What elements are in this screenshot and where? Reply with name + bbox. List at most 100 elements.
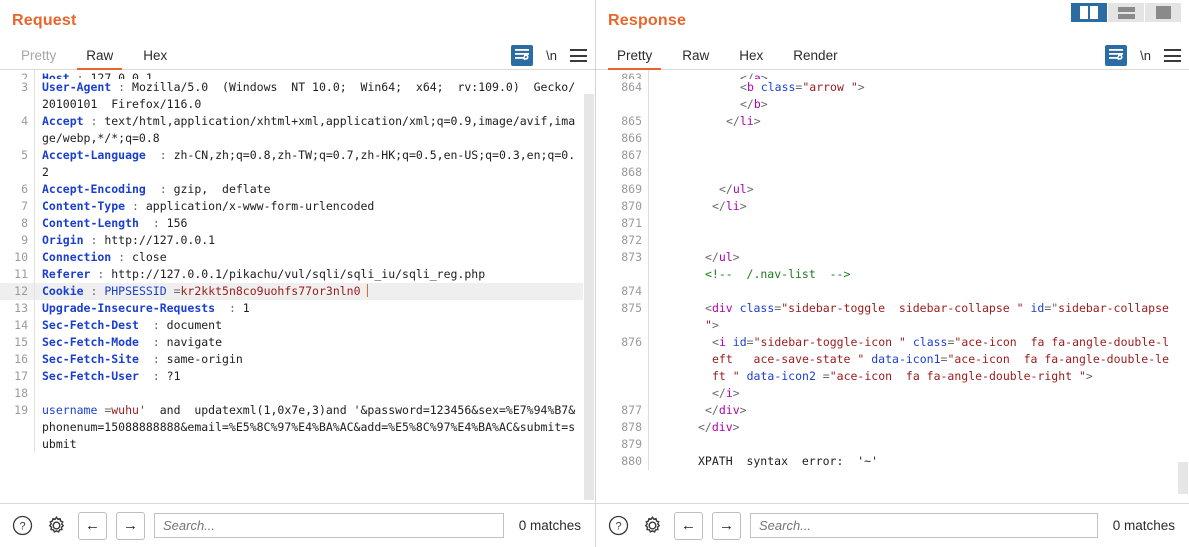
- line-content[interactable]: Sec-Fetch-Site : same-origin: [34, 351, 595, 368]
- code-token: >: [760, 97, 768, 111]
- line-content[interactable]: [648, 283, 1189, 300]
- hamburger-menu-icon[interactable]: [570, 49, 587, 62]
- code-token: close: [132, 250, 167, 264]
- line-content[interactable]: Cookie : PHPSESSID =kr2kkt5n8co9uohfs77o…: [34, 283, 595, 300]
- code-token: id: [1023, 301, 1045, 315]
- line-number: 14: [14, 318, 28, 332]
- line-number: 2: [21, 71, 28, 79]
- word-wrap-icon[interactable]: [511, 45, 534, 66]
- response-vertical-scrollbar[interactable]: [1177, 70, 1189, 503]
- line-content[interactable]: Origin : http://127.0.0.1: [34, 232, 595, 249]
- code-token: "sidebar-toggle sidebar-collapse ": [781, 301, 1024, 315]
- line-content[interactable]: Accept-Language : zh-CN,zh;q=0.8,zh-TW;q…: [34, 147, 595, 181]
- line-content[interactable]: Connection : close: [34, 249, 595, 266]
- search-next-button[interactable]: →: [116, 511, 145, 540]
- help-icon[interactable]: ?: [606, 513, 631, 538]
- line-content[interactable]: Sec-Fetch-Mode : navigate: [34, 334, 595, 351]
- response-search-input[interactable]: [750, 513, 1098, 538]
- response-tab-pretty[interactable]: Pretty: [602, 45, 667, 70]
- line-content[interactable]: XPATH syntax error: '~': [648, 453, 1189, 470]
- code-token: 156: [166, 216, 188, 230]
- code-token: li: [725, 199, 740, 213]
- layout-single-pane-button[interactable]: [1145, 3, 1181, 22]
- search-prev-button[interactable]: ←: [78, 511, 107, 540]
- line-content[interactable]: [648, 147, 1189, 164]
- code-token: :: [138, 318, 167, 332]
- request-tabbar-actions: \n: [511, 45, 587, 66]
- line-content[interactable]: </a>: [648, 70, 1189, 79]
- word-wrap-icon[interactable]: [1105, 45, 1128, 66]
- layout-split-horizontal-button[interactable]: [1108, 3, 1144, 22]
- line-content[interactable]: [648, 130, 1189, 147]
- code-token: </: [740, 97, 754, 111]
- response-tab-hex[interactable]: Hex: [724, 45, 778, 69]
- code-token: Content-Type: [42, 199, 126, 213]
- response-tab-render[interactable]: Render: [778, 45, 852, 69]
- code-token: >: [732, 420, 740, 434]
- line-content[interactable]: Content-Length : 156: [34, 215, 595, 232]
- line-content[interactable]: username =wuhu' and updatexml(1,0x7e,3)a…: [34, 402, 595, 453]
- line-content[interactable]: </div>: [648, 419, 1189, 436]
- search-prev-button[interactable]: ←: [674, 511, 703, 540]
- line-number: 880: [621, 454, 642, 468]
- line-number: 878: [621, 420, 642, 434]
- code-token: User-Agent: [42, 80, 112, 94]
- request-scrollbar-thumb[interactable]: [584, 94, 594, 500]
- response-tab-raw[interactable]: Raw: [667, 45, 724, 69]
- request-tab-raw[interactable]: Raw: [71, 45, 128, 70]
- line-content[interactable]: Host : 127.0.0.1: [34, 70, 595, 79]
- response-code-area[interactable]: 863 </a> 864 <b class="arrow "> </b> 865 </li>…: [596, 70, 1189, 503]
- line-content[interactable]: Sec-Fetch-Dest : document: [34, 317, 595, 334]
- line-content[interactable]: </i>: [648, 385, 1189, 402]
- code-token: document: [166, 318, 223, 332]
- help-icon[interactable]: ?: [10, 513, 35, 538]
- line-content[interactable]: Accept : text/html,application/xhtml+xml…: [34, 113, 595, 147]
- line-content[interactable]: <b class="arrow ">: [648, 79, 1189, 96]
- request-vertical-scrollbar[interactable]: [583, 70, 595, 503]
- request-tab-pretty[interactable]: Pretty: [6, 45, 71, 69]
- line-content[interactable]: [648, 164, 1189, 181]
- line-number: 877: [621, 403, 642, 417]
- code-token: ul: [718, 250, 733, 264]
- line-content[interactable]: </div>: [648, 402, 1189, 419]
- layout-split-vertical-button[interactable]: [1071, 3, 1107, 22]
- line-content[interactable]: <i id="sidebar-toggle-icon " class="ace-…: [648, 334, 1189, 385]
- request-panel: Request Pretty Raw Hex \n 2 Host: 127.0…: [0, 0, 595, 547]
- code-token: </: [740, 71, 754, 79]
- line-content[interactable]: Content-Type : application/x-www-form-ur…: [34, 198, 595, 215]
- response-newline-button[interactable]: \n: [1140, 48, 1151, 63]
- code-token: =": [1044, 301, 1059, 315]
- request-tab-hex[interactable]: Hex: [128, 45, 182, 69]
- request-code-area[interactable]: 2 Host : 127.0.0.1 3 User-Agent : Mozilla/5…: [0, 70, 595, 503]
- line-content[interactable]: </ul>: [648, 181, 1189, 198]
- settings-gear-icon[interactable]: [640, 513, 665, 538]
- request-newline-button[interactable]: \n: [546, 48, 557, 63]
- request-search-input[interactable]: [154, 513, 504, 538]
- hamburger-menu-icon[interactable]: [1164, 49, 1181, 62]
- line-content[interactable]: Accept-Encoding : gzip, deflate: [34, 181, 595, 198]
- line-content[interactable]: User-Agent : Mozilla/5.0 (Windows NT 10.…: [34, 79, 595, 113]
- code-token: "sidebar-toggle-icon ": [753, 335, 906, 349]
- code-token: navigate: [166, 335, 223, 349]
- code-token: </: [726, 114, 740, 128]
- line-content[interactable]: <div class="sidebar-toggle sidebar-colla…: [648, 300, 1189, 334]
- line-content[interactable]: [648, 215, 1189, 232]
- line-content[interactable]: [648, 232, 1189, 249]
- line-content[interactable]: </li>: [648, 113, 1189, 130]
- line-content[interactable]: Upgrade-Insecure-Requests : 1: [34, 300, 595, 317]
- code-line: 866: [596, 130, 1189, 147]
- line-content[interactable]: </b>: [648, 96, 1189, 113]
- code-token: >: [1085, 369, 1093, 383]
- line-content[interactable]: Sec-Fetch-User : ?1: [34, 368, 595, 385]
- line-content[interactable]: Referer : http://127.0.0.1/pikachu/vul/s…: [34, 266, 595, 283]
- settings-gear-icon[interactable]: [44, 513, 69, 538]
- line-content[interactable]: </li>: [648, 198, 1189, 215]
- line-number: 866: [621, 131, 642, 145]
- search-next-button[interactable]: →: [712, 511, 741, 540]
- line-content[interactable]: </ul>: [648, 249, 1189, 266]
- response-scrollbar-thumb[interactable]: [1178, 462, 1188, 494]
- code-token: 127.0.0.1: [90, 71, 153, 79]
- line-content[interactable]: <!-- /.nav-list -->: [648, 266, 1189, 283]
- line-content[interactable]: [34, 385, 595, 402]
- line-content[interactable]: [648, 436, 1189, 453]
